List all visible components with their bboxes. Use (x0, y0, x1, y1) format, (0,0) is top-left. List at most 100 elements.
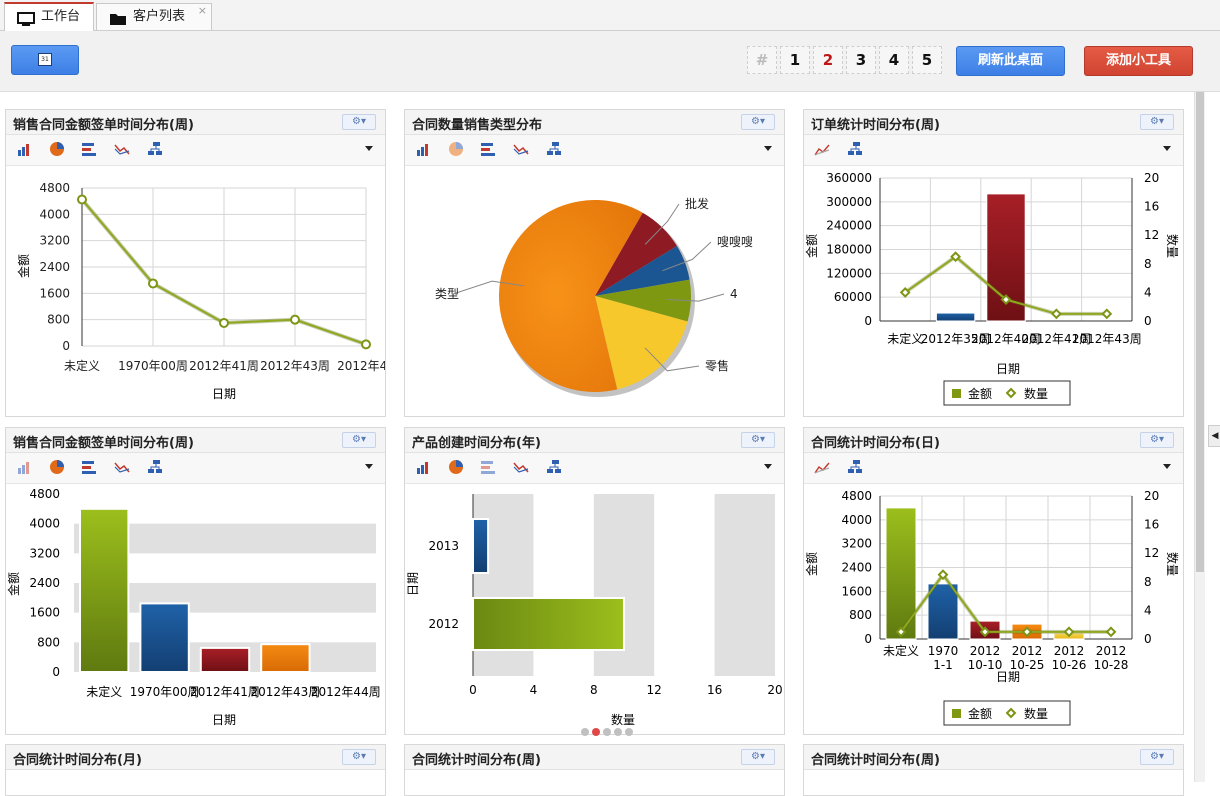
bar-chart: 080016002400320040004800未定义 1970年00周2012年… (6, 487, 381, 727)
pie-chart-icon[interactable] (448, 459, 464, 475)
carousel-dot[interactable] (603, 728, 611, 736)
bar (199, 646, 251, 673)
band (714, 494, 775, 676)
x-tick-label: 1970年00周 (130, 685, 200, 699)
slice-label: 4 (730, 287, 738, 301)
page-3-button[interactable]: 3 (846, 46, 876, 74)
x-tick-label: 4 (530, 683, 538, 697)
calendar-button[interactable]: 31 (11, 45, 79, 75)
data-point (1101, 308, 1113, 320)
chevron-down-icon[interactable] (764, 146, 772, 151)
tree-icon[interactable] (847, 141, 863, 157)
tree-icon[interactable] (546, 459, 562, 475)
pie-chart-icon[interactable] (49, 459, 65, 475)
legend-swatch (952, 389, 961, 398)
gear-icon[interactable]: ⚙▾ (741, 114, 775, 130)
x-tick-label: 未定义 (64, 358, 100, 373)
legend-label: 金额 (968, 706, 992, 721)
bar-chart-icon[interactable] (415, 141, 431, 157)
widget-panel: 合同统计时间分布(日) ⚙▾ 0 800 1600 2400 3200 4000 4800 0 4… (803, 427, 1184, 735)
page-2-button[interactable]: 2 (813, 46, 843, 74)
x-tick-label: 0 (469, 683, 477, 697)
tree-icon[interactable] (147, 141, 163, 157)
chevron-down-icon[interactable] (365, 464, 373, 469)
bar-chart-icon[interactable] (415, 459, 431, 475)
y-tick-label: 4800 (29, 487, 60, 501)
chevron-down-icon[interactable] (1163, 464, 1171, 469)
chevron-down-icon[interactable] (1163, 146, 1171, 151)
carousel-dot-active[interactable] (592, 728, 600, 736)
x-tick-label: 2012 (1012, 644, 1043, 658)
x-axis-label: 日期 (212, 387, 236, 401)
line-chart-icon[interactable] (114, 459, 130, 475)
gear-icon[interactable]: ⚙▾ (1140, 114, 1174, 130)
area-chart-icon[interactable] (814, 459, 830, 475)
bar-chart-icon[interactable] (16, 459, 32, 475)
y-tick-label: 180000 (826, 243, 872, 257)
y-tick-label: 300000 (826, 195, 872, 209)
carousel-dot[interactable] (614, 728, 622, 736)
widget-title: 合同统计时间分布(日) (811, 436, 940, 451)
widget-panel: 销售合同金额签单时间分布(周) ⚙▾ 0 800 1600 2400 3200 4000 48… (5, 427, 386, 735)
data-point (361, 339, 371, 350)
data-point (219, 317, 229, 328)
close-icon[interactable]: × (198, 0, 207, 24)
slice-label: 批发 (685, 196, 709, 211)
x-axis-label: 数量 (611, 712, 635, 727)
line-chart-icon[interactable] (513, 141, 529, 157)
gear-icon[interactable]: ⚙▾ (342, 114, 376, 130)
gear-icon[interactable]: ⚙▾ (342, 749, 376, 765)
tree-icon[interactable] (147, 459, 163, 475)
widget-panel: 销售合同金额签单时间分布(周) ⚙▾ 0 800 1600 2400 3200 4000 48… (5, 109, 386, 417)
horizontal-bar-icon[interactable] (480, 459, 496, 475)
bar-chart-icon[interactable] (16, 141, 32, 157)
carousel-dot[interactable] (581, 728, 589, 736)
pie-chart-icon[interactable] (49, 141, 65, 157)
chevron-down-icon[interactable] (764, 464, 772, 469)
gear-icon[interactable]: ⚙▾ (1140, 749, 1174, 765)
carousel-dot[interactable] (625, 728, 633, 736)
y-tick-label: 120000 (826, 266, 872, 280)
bar (935, 312, 976, 322)
x-tick-label: 8 (590, 683, 598, 697)
y-axis-label: 金额 (804, 552, 819, 576)
y-tick-label: 800 (37, 635, 60, 649)
horizontal-bar-icon[interactable] (81, 141, 97, 157)
page-5-button[interactable]: 5 (912, 46, 942, 74)
y-tick-label: 2012 (428, 617, 459, 631)
widget-title: 合同统计时间分布(月) (13, 753, 142, 768)
gear-icon[interactable]: ⚙▾ (741, 432, 775, 448)
scrollbar-thumb[interactable] (1196, 92, 1204, 572)
y-tick-label: 0 (62, 339, 70, 353)
y2-tick-label: 8 (1144, 575, 1152, 589)
refresh-desktop-button[interactable]: 刷新此桌面 (956, 46, 1065, 76)
page-hash-button[interactable]: # (747, 46, 777, 74)
x-tick-label: 2012年44周 (311, 685, 381, 699)
gear-icon[interactable]: ⚙▾ (741, 749, 775, 765)
area-chart-icon[interactable] (814, 141, 830, 157)
y-tick-label: 3200 (29, 546, 60, 560)
y-tick-label: 3200 (39, 234, 70, 248)
y-tick-label: 1600 (39, 286, 70, 300)
gear-icon[interactable]: ⚙▾ (1140, 432, 1174, 448)
tab-customer-list[interactable]: 客户列表 × (96, 3, 212, 30)
y-tick-label: 3200 (841, 537, 872, 551)
sidebar-toggle-arrow-icon[interactable]: ◀ (1208, 425, 1220, 447)
add-widget-button[interactable]: 添加小工具 (1084, 46, 1193, 76)
line-chart-icon[interactable] (513, 459, 529, 475)
tab-workbench[interactable]: 工作台 (4, 2, 94, 31)
pie-chart-icon[interactable] (448, 141, 464, 157)
page-1-button[interactable]: 1 (780, 46, 810, 74)
widget-title: 合同统计时间分布(周) (811, 753, 940, 768)
tree-icon[interactable] (847, 459, 863, 475)
horizontal-bar-icon[interactable] (81, 459, 97, 475)
page-4-button[interactable]: 4 (879, 46, 909, 74)
tree-icon[interactable] (546, 141, 562, 157)
legend-swatch (952, 709, 961, 718)
line-chart-icon[interactable] (114, 141, 130, 157)
gear-icon[interactable]: ⚙▾ (342, 432, 376, 448)
horizontal-bar-icon[interactable] (480, 141, 496, 157)
vertical-scrollbar[interactable] (1194, 92, 1205, 782)
chevron-down-icon[interactable] (365, 146, 373, 151)
x-tick-label: 未定义 (86, 684, 122, 699)
